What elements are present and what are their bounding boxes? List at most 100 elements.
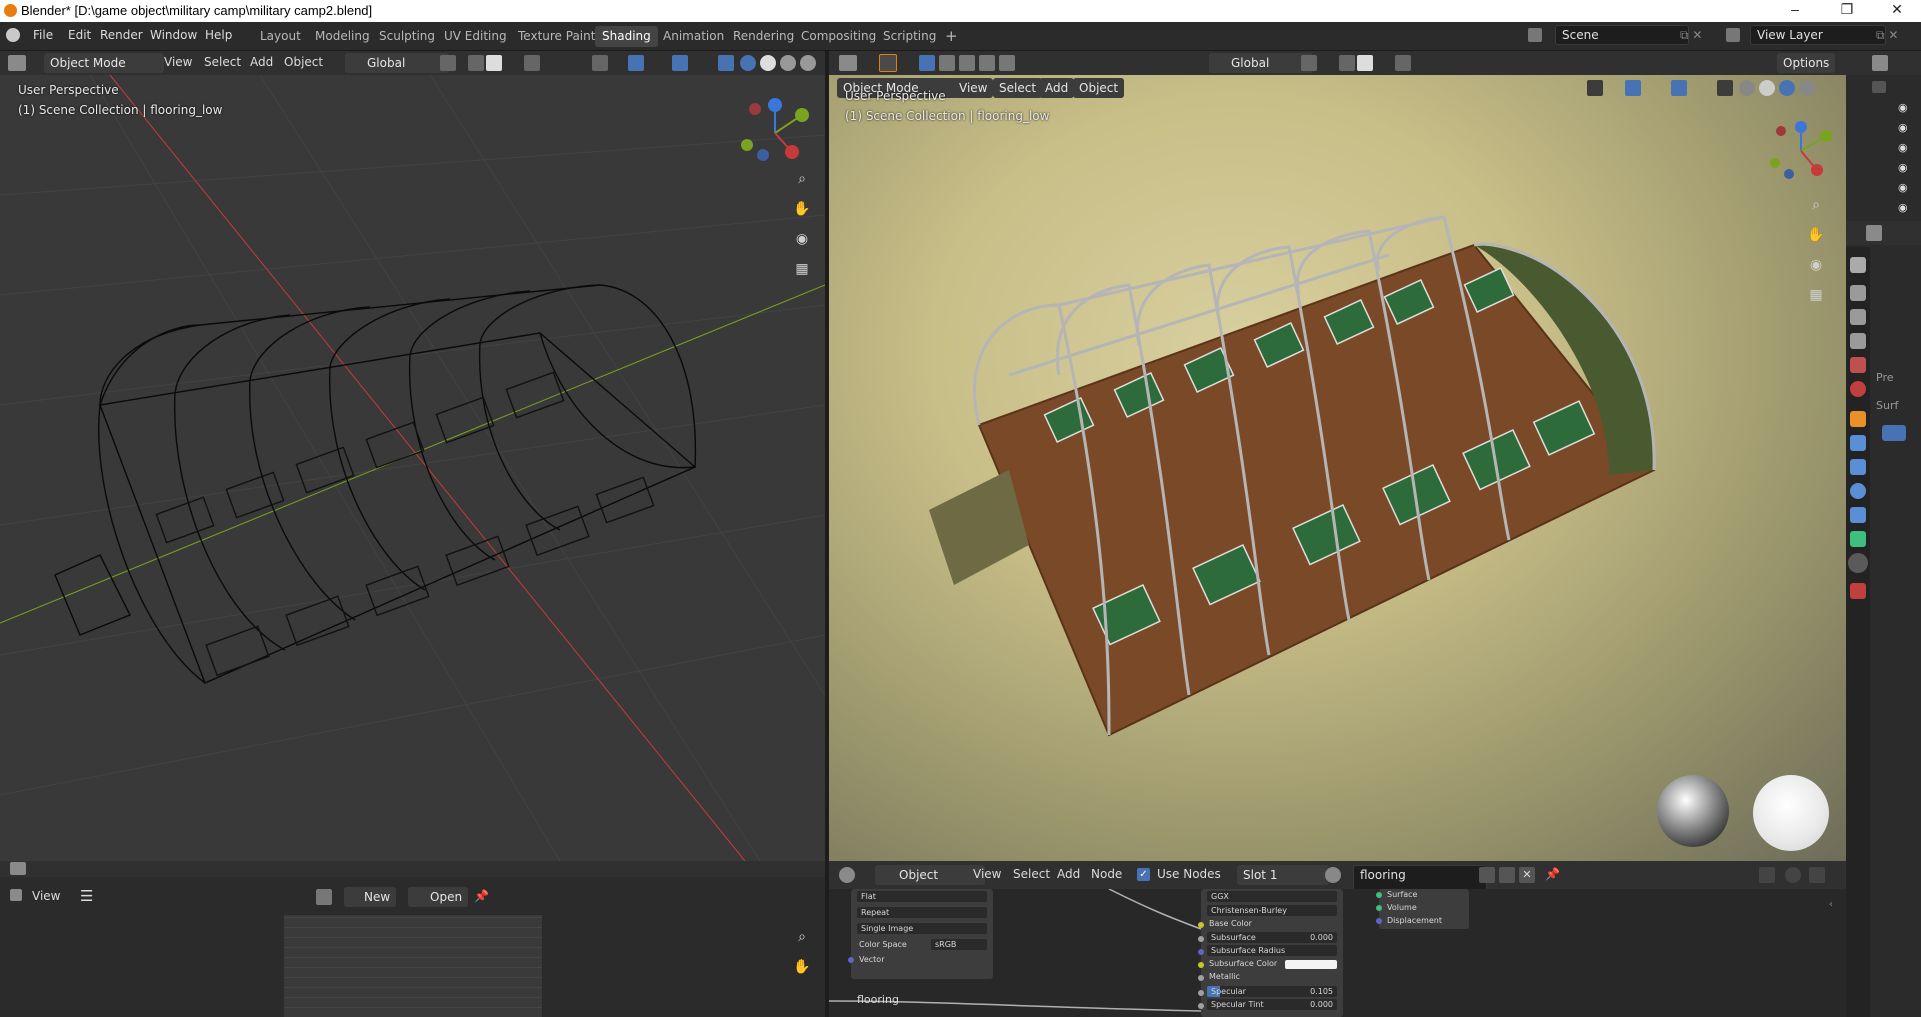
tab-scripting[interactable]: Scripting bbox=[876, 26, 943, 47]
node-snap-target-icon[interactable] bbox=[1809, 867, 1825, 883]
restore-button[interactable]: ❐ bbox=[1824, 1, 1870, 21]
right-navigation-gizmo[interactable] bbox=[1761, 119, 1841, 189]
tab-compositing[interactable]: Compositing bbox=[794, 26, 883, 47]
minimize-button[interactable]: – bbox=[1772, 1, 1818, 21]
sidebar-toggle-icon[interactable]: ‹ bbox=[1829, 899, 1833, 910]
surface-socket[interactable] bbox=[1376, 892, 1382, 898]
right-pan-hand-icon[interactable]: ✋ bbox=[1804, 223, 1828, 247]
menu-help[interactable]: Help bbox=[205, 28, 232, 42]
eye-icon[interactable]: ◉ bbox=[1898, 161, 1908, 174]
right-pivot-icon[interactable] bbox=[1301, 55, 1317, 71]
image-editor-type-icon[interactable] bbox=[10, 862, 26, 875]
subsurface-radius-select[interactable]: Subsurface Radius bbox=[1207, 945, 1337, 956]
new-scene-icon[interactable]: ⧉ ✕ bbox=[1680, 28, 1702, 43]
outliner-editor-icon[interactable] bbox=[1872, 55, 1888, 71]
snap-icon[interactable] bbox=[468, 55, 484, 71]
image-view-mode-icon[interactable] bbox=[10, 889, 22, 901]
editor-type-icon[interactable] bbox=[8, 55, 26, 71]
distribution-select[interactable]: GGX bbox=[1207, 891, 1337, 902]
specular-tint-slider[interactable]: Specular Tint 0.000 bbox=[1207, 999, 1337, 1010]
subsurface-color-swatch[interactable] bbox=[1285, 960, 1337, 969]
interpolation-select[interactable]: Flat bbox=[857, 891, 987, 902]
node-menu-view[interactable]: View bbox=[973, 867, 1001, 881]
left-orientation-select[interactable]: Global bbox=[345, 53, 449, 73]
zoom-icon[interactable]: ⌕ bbox=[790, 167, 814, 191]
select-mode-extend-icon[interactable] bbox=[939, 55, 955, 71]
select-mode-new-icon[interactable] bbox=[919, 55, 935, 71]
parent-node-tree-icon[interactable] bbox=[1759, 867, 1775, 883]
shader-type-select[interactable]: Object bbox=[875, 865, 985, 885]
constraints-tab-icon[interactable] bbox=[1850, 507, 1866, 523]
image-canvas[interactable] bbox=[284, 915, 542, 1017]
eye-icon[interactable]: ◉ bbox=[1898, 121, 1908, 134]
tab-sculpting[interactable]: Sculpting bbox=[372, 26, 442, 47]
use-nodes-checkbox[interactable]: ✓ bbox=[1137, 868, 1150, 881]
snap-node-icon[interactable] bbox=[1785, 867, 1801, 883]
material-tab-icon[interactable] bbox=[1848, 553, 1868, 573]
subsurface-slider[interactable]: Subsurface 0.000 bbox=[1207, 932, 1337, 943]
subsurface-socket[interactable] bbox=[1198, 936, 1204, 942]
image-menu-view[interactable]: View bbox=[32, 889, 60, 903]
material-output-node[interactable]: Surface Volume Displacement bbox=[1376, 889, 1469, 929]
new-image-button[interactable]: New bbox=[344, 887, 397, 907]
metallic-socket[interactable] bbox=[1198, 975, 1204, 981]
new-view-layer-icon[interactable]: ⧉ ✕ bbox=[1876, 28, 1898, 43]
menu-file[interactable]: File bbox=[33, 28, 53, 42]
left-menu-object[interactable]: Object bbox=[284, 55, 323, 69]
select-tool-icon[interactable] bbox=[879, 54, 897, 72]
menu-edit[interactable]: Edit bbox=[68, 28, 91, 42]
camera-view-icon[interactable]: ◉ bbox=[790, 227, 814, 251]
object-tab-icon[interactable] bbox=[1850, 411, 1866, 427]
properties-editor-icon[interactable] bbox=[1866, 225, 1882, 241]
shading-material-icon[interactable] bbox=[780, 55, 796, 71]
close-button[interactable]: ✕ bbox=[1874, 1, 1920, 21]
unlink-material-icon[interactable]: ✕ bbox=[1519, 867, 1535, 883]
pin-icon[interactable]: 📌 bbox=[474, 889, 489, 903]
right-snap-icon[interactable] bbox=[1339, 55, 1355, 71]
menu-render[interactable]: Render bbox=[100, 28, 143, 42]
left-menu-add[interactable]: Add bbox=[250, 55, 273, 69]
blender-menu-icon[interactable] bbox=[6, 28, 20, 42]
overlay-toggle-icon[interactable] bbox=[672, 55, 688, 71]
right-camera-view-icon[interactable]: ◉ bbox=[1804, 253, 1828, 277]
specular-slider[interactable]: Specular 0.105 bbox=[1207, 986, 1337, 997]
left-menu-view[interactable]: View bbox=[164, 55, 192, 69]
node-menu-select[interactable]: Select bbox=[1013, 867, 1050, 881]
right-viewport[interactable]: Object Mode View Select Add Object User … bbox=[829, 75, 1846, 861]
texture-tab-icon[interactable] bbox=[1850, 583, 1866, 599]
duplicate-material-icon[interactable] bbox=[1499, 867, 1515, 883]
material-slot-icon[interactable] bbox=[1882, 425, 1906, 441]
ortho-grid-icon[interactable]: ▦ bbox=[790, 257, 814, 281]
left-viewport[interactable]: User Perspective (1) Scene Collection | … bbox=[0, 75, 825, 861]
image-texture-node[interactable]: Flat Repeat Single Image Color Space sRG… bbox=[848, 889, 993, 979]
shader-editor-type-icon[interactable] bbox=[839, 867, 855, 883]
vector-socket[interactable] bbox=[848, 957, 854, 963]
color-space-select[interactable]: sRGB bbox=[931, 939, 987, 950]
tab-animation[interactable]: Animation bbox=[656, 26, 731, 47]
tab-shading[interactable]: Shading bbox=[595, 26, 658, 47]
eye-icon[interactable]: ◉ bbox=[1898, 181, 1908, 194]
node-canvas[interactable]: Flat Repeat Single Image Color Space sRG… bbox=[829, 889, 1846, 1017]
eye-icon[interactable]: ◉ bbox=[1898, 101, 1908, 114]
node-menu-add[interactable]: Add bbox=[1057, 867, 1080, 881]
shading-wireframe-icon[interactable] bbox=[740, 55, 756, 71]
volume-socket[interactable] bbox=[1376, 905, 1382, 911]
world-tab-icon[interactable] bbox=[1850, 381, 1866, 397]
material-name-field[interactable]: flooring bbox=[1353, 865, 1487, 891]
pan-hand-icon[interactable]: ✋ bbox=[790, 197, 814, 221]
tab-rendering[interactable]: Rendering bbox=[726, 26, 801, 47]
eye-icon[interactable]: ◉ bbox=[1898, 201, 1908, 214]
material-slot-select[interactable]: Slot 1 bbox=[1237, 865, 1329, 885]
right-snap-target-icon[interactable] bbox=[1357, 55, 1373, 71]
principled-bsdf-node[interactable]: GGX Christensen-Burley Base Color Subsur… bbox=[1198, 889, 1343, 1017]
options-menu[interactable]: Options bbox=[1777, 53, 1836, 73]
tool-tab-icon[interactable] bbox=[1850, 257, 1866, 273]
select-mode-invert-icon[interactable] bbox=[979, 55, 995, 71]
subsurface-method-select[interactable]: Christensen-Burley bbox=[1207, 905, 1337, 916]
subsurface-radius-socket[interactable] bbox=[1198, 949, 1204, 955]
scene-name-field[interactable]: Scene bbox=[1555, 25, 1689, 45]
view-layer-icon[interactable] bbox=[1726, 28, 1740, 42]
shading-rendered-icon[interactable] bbox=[800, 55, 816, 71]
left-navigation-gizmo[interactable] bbox=[730, 95, 810, 165]
select-mode-intersect-icon[interactable] bbox=[999, 55, 1015, 71]
